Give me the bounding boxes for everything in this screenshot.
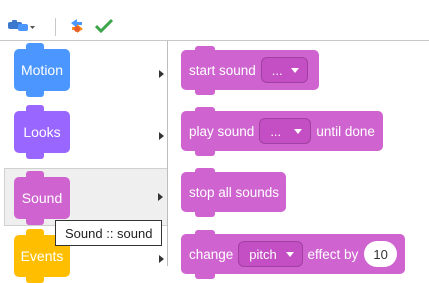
block-label: start sound <box>189 62 256 78</box>
play-sound-until-done-block[interactable]: play sound ... until done <box>181 107 383 156</box>
category-motion[interactable]: Motion <box>4 41 167 97</box>
category-looks[interactable]: Looks <box>4 103 167 159</box>
block-label: until done <box>316 123 375 139</box>
puzzle-blocks-icon <box>8 20 35 31</box>
category-looks-block: Looks <box>14 105 70 159</box>
chevron-right-icon <box>159 70 164 78</box>
convert-button[interactable] <box>66 16 88 36</box>
tooltip-text: Sound :: sound <box>65 225 153 241</box>
toolbar-separator <box>55 18 56 36</box>
start-sound-block[interactable]: start sound ... <box>181 46 319 95</box>
chevron-right-icon <box>159 255 164 263</box>
tooltip: Sound :: sound <box>55 220 163 246</box>
chevron-down-icon <box>290 67 299 73</box>
dropdown-value: ... <box>270 123 282 139</box>
confirm-button[interactable] <box>93 16 115 36</box>
block-label: change <box>189 246 234 262</box>
chevron-down-icon <box>294 128 303 134</box>
blocks-menu-button[interactable] <box>6 16 36 36</box>
check-icon <box>95 18 113 34</box>
category-sound[interactable]: Sound <box>4 168 167 226</box>
sound-dropdown[interactable]: ... <box>260 57 308 83</box>
category-label: Looks <box>23 124 61 140</box>
category-motion-block: Motion <box>14 43 70 97</box>
toolbar <box>0 0 429 40</box>
category-label: Events <box>20 248 64 264</box>
chevron-right-icon <box>159 132 164 140</box>
dropdown-value: pitch <box>249 246 277 262</box>
category-label: Sound <box>21 190 63 206</box>
change-effect-block[interactable]: change pitch effect by 10 <box>181 230 405 279</box>
chevron-right-icon <box>158 193 163 201</box>
category-label: Motion <box>20 62 64 78</box>
stop-all-sounds-block[interactable]: stop all sounds <box>181 168 286 217</box>
category-sound-block: Sound <box>14 171 70 225</box>
block-label: stop all sounds <box>189 184 280 200</box>
sound-dropdown[interactable]: ... <box>259 118 312 144</box>
convert-icon <box>71 19 83 33</box>
dropdown-value: ... <box>271 62 283 78</box>
effect-dropdown[interactable]: pitch <box>238 241 303 267</box>
chevron-down-icon <box>285 251 294 257</box>
block-label: play sound <box>189 123 255 139</box>
effect-amount-input[interactable]: 10 <box>364 241 397 267</box>
block-label: effect by <box>307 246 359 262</box>
block-palette: start sound ... play sound ... until don… <box>168 41 429 279</box>
